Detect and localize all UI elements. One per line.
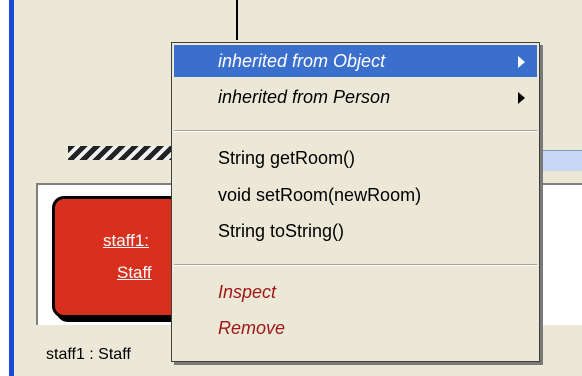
object-name: staff1:	[103, 231, 149, 250]
menu-separator	[174, 264, 537, 266]
status-text: staff1 : Staff	[46, 346, 131, 363]
menu-item-remove[interactable]: Remove	[174, 312, 537, 344]
menu-item-label: Remove	[218, 318, 286, 338]
submenu-arrow-icon	[518, 92, 525, 104]
diagram-divider	[236, 0, 238, 40]
menu-item-label: inherited from Object	[218, 51, 386, 71]
menu-item-label: String toString()	[218, 221, 345, 241]
menu-item-inherited-person[interactable]: inherited from Person	[174, 81, 537, 113]
menu-separator	[174, 130, 537, 132]
object-class: Staff	[117, 263, 152, 282]
menu-item-setroom[interactable]: void setRoom(newRoom)	[174, 179, 537, 211]
menu-item-label: inherited from Person	[218, 87, 391, 107]
menu-item-label: Inspect	[218, 282, 277, 302]
submenu-arrow-icon	[518, 56, 525, 68]
menu-item-getroom[interactable]: String getRoom()	[174, 142, 537, 174]
progress-hatch	[68, 146, 178, 160]
context-menu: inherited from Object inherited from Per…	[171, 42, 540, 362]
menu-item-tostring[interactable]: String toString()	[174, 215, 537, 247]
bench-scroll-strip	[540, 150, 582, 171]
window-edge	[0, 0, 9, 376]
menu-item-inspect[interactable]: Inspect	[174, 276, 537, 308]
menu-item-label: String getRoom()	[218, 148, 356, 168]
menu-item-label: void setRoom(newRoom)	[218, 185, 422, 205]
menu-item-inherited-object[interactable]: inherited from Object	[174, 45, 537, 77]
